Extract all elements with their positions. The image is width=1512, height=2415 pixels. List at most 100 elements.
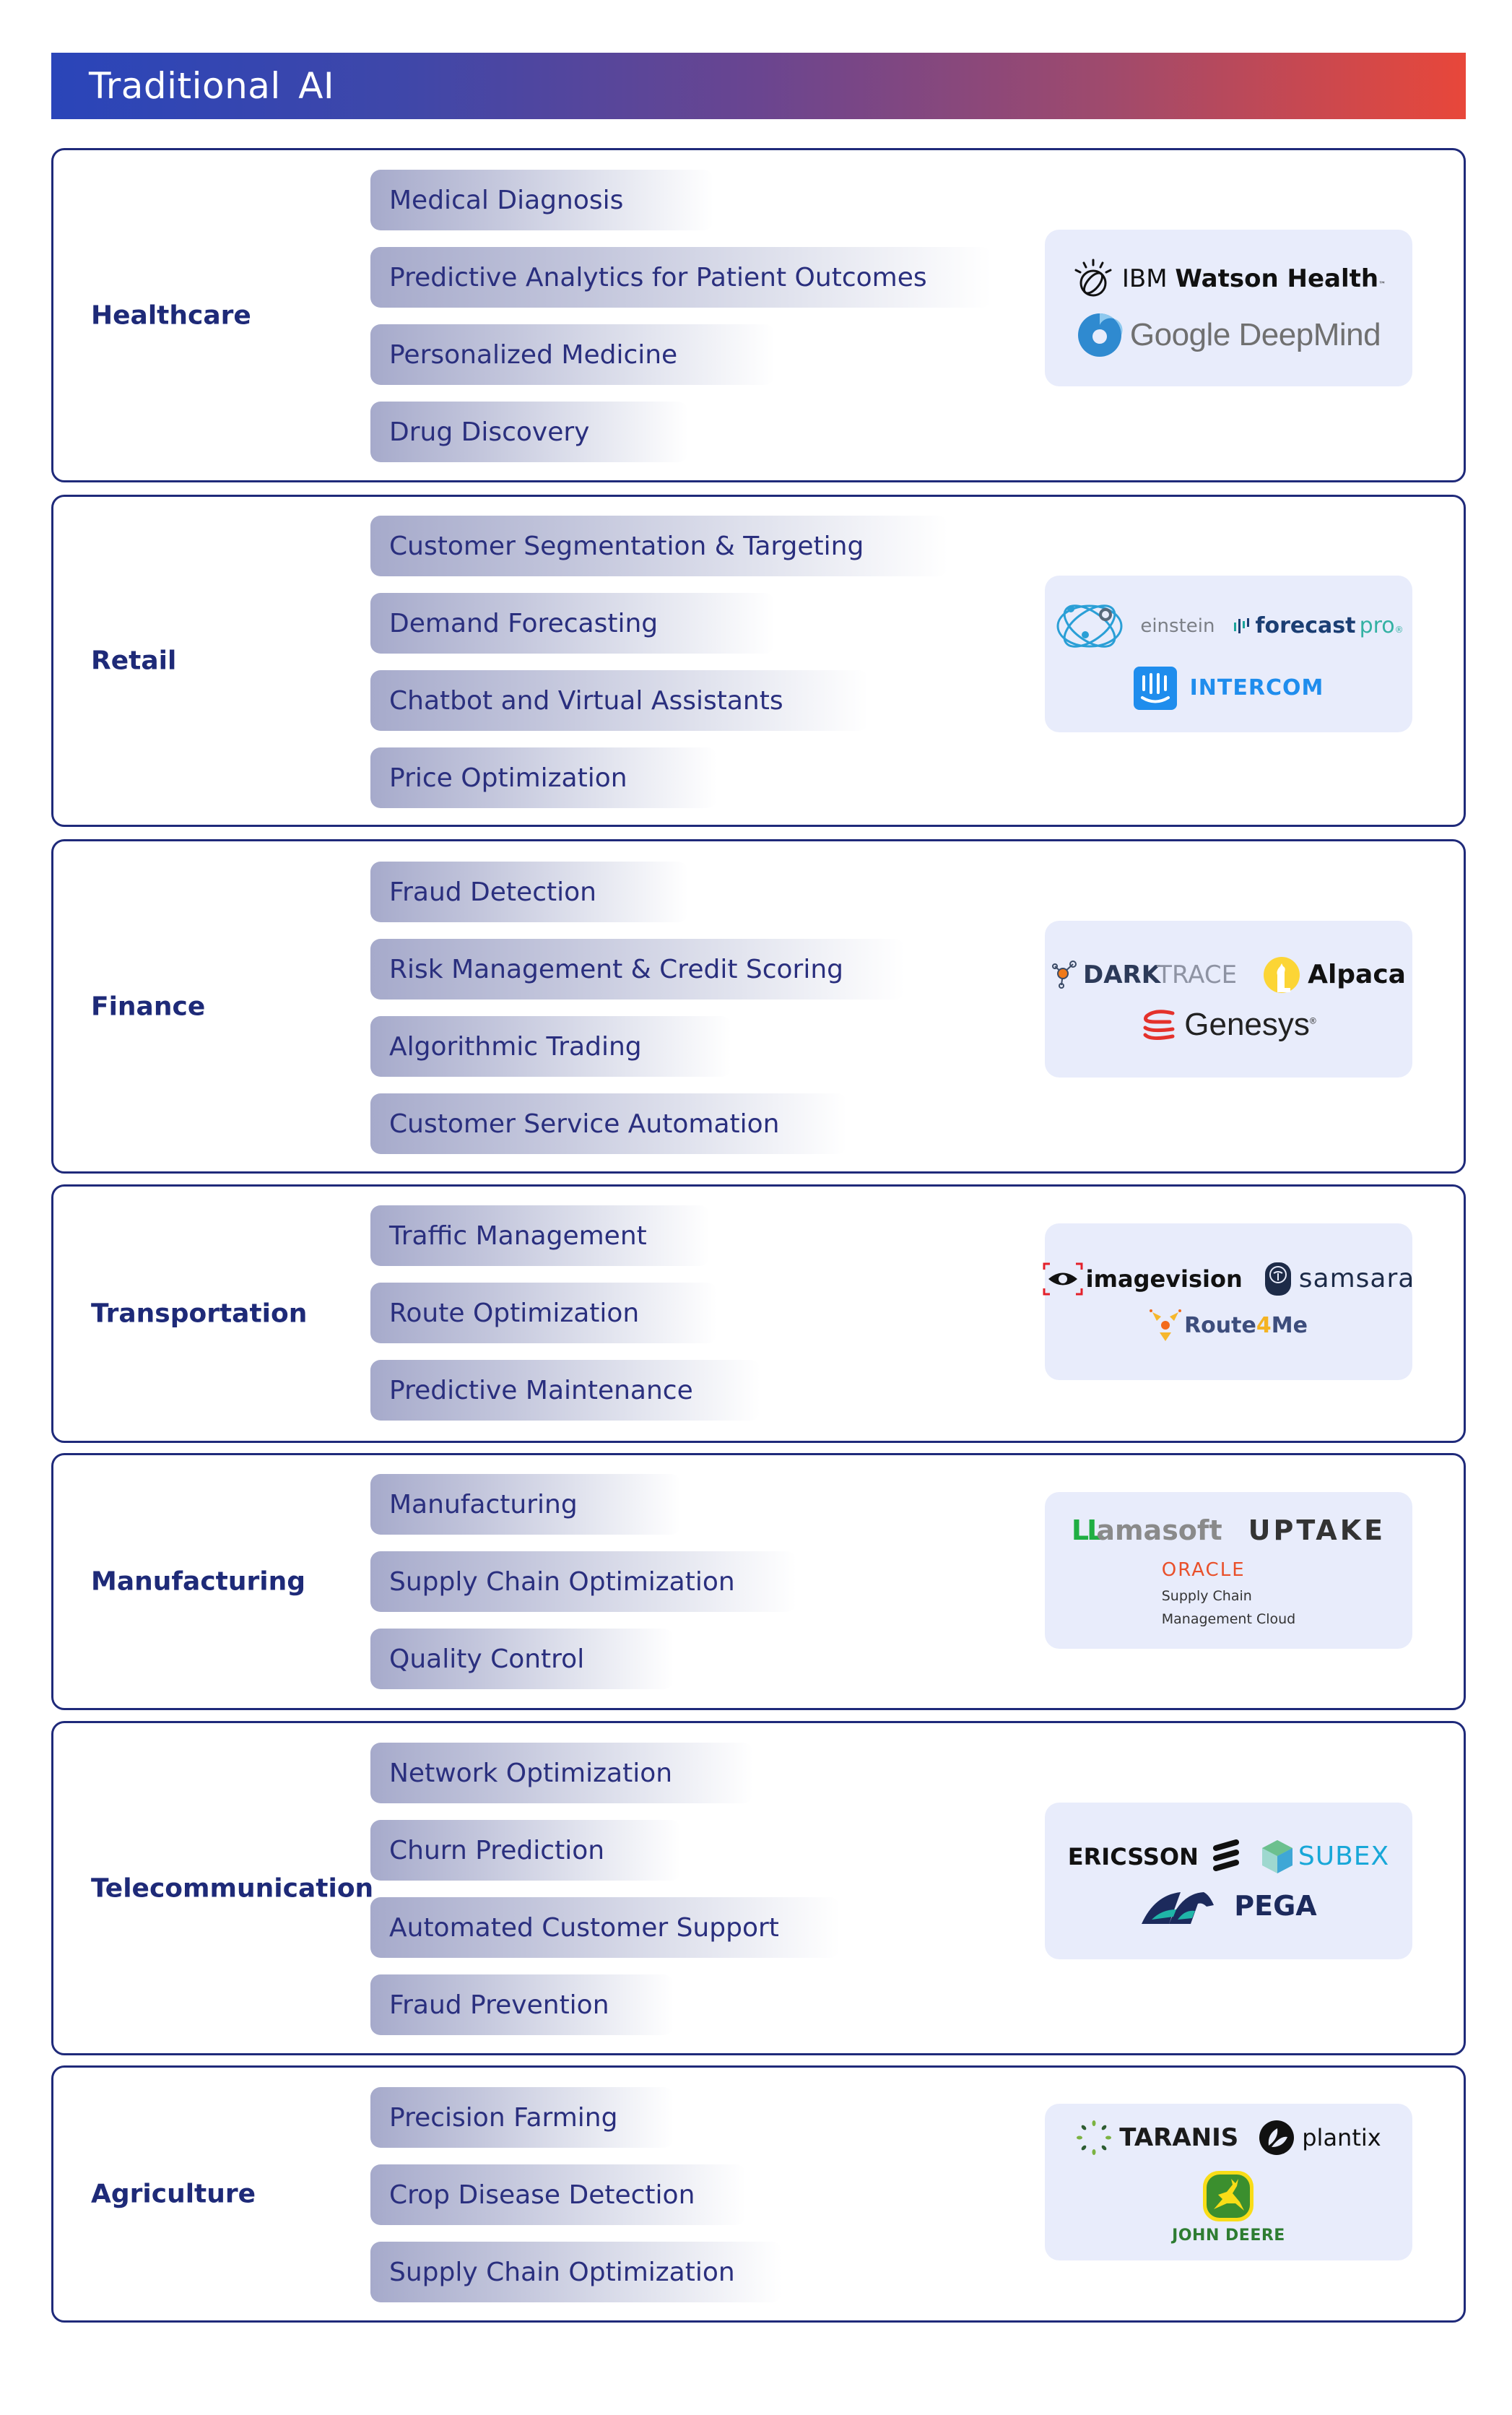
use-case-pill: Demand Forecasting bbox=[370, 593, 775, 654]
plantix-leaf-icon bbox=[1259, 2120, 1295, 2155]
use-case-pill: Algorithmic Trading bbox=[370, 1016, 731, 1077]
sector-card-finance: Finance Fraud Detection Risk Management … bbox=[51, 839, 1466, 1174]
use-case-pill: Predictive Analytics for Patient Outcome… bbox=[370, 247, 991, 308]
use-case-pill: Customer Segmentation & Targeting bbox=[370, 516, 948, 576]
use-case-list: Medical Diagnosis Predictive Analytics f… bbox=[370, 170, 991, 479]
use-case-pill: Network Optimization bbox=[370, 1743, 753, 1803]
logo-text: einstein bbox=[1140, 615, 1215, 637]
logo-taranis: TARANIS bbox=[1076, 2120, 1238, 2156]
sector-card-manufacturing: Manufacturing Manufacturing Supply Chain… bbox=[51, 1453, 1466, 1710]
darktrace-node-icon bbox=[1052, 960, 1077, 989]
logo-llamasoft: LLamasoft bbox=[1071, 1514, 1222, 1546]
use-case-list: Customer Segmentation & Targeting Demand… bbox=[370, 516, 948, 825]
logo-text: INTERCOM bbox=[1189, 675, 1324, 701]
john-deere-deer-icon bbox=[1203, 2171, 1254, 2221]
sector-label: Finance bbox=[91, 992, 206, 1021]
logo-google-deepmind: Google DeepMind bbox=[1077, 312, 1381, 358]
sector-label: Telecommunication bbox=[91, 1873, 374, 1903]
sector-card-telecommunication: Telecommunication Network Optimization C… bbox=[51, 1721, 1466, 2055]
samsara-owl-icon bbox=[1264, 1262, 1291, 1296]
logo-alpaca: Alpaca bbox=[1263, 956, 1406, 994]
sector-card-retail: Retail Customer Segmentation & Targeting… bbox=[51, 495, 1466, 827]
subex-cube-icon bbox=[1261, 1839, 1292, 1873]
imagevision-eye-icon bbox=[1043, 1262, 1083, 1295]
intercom-icon bbox=[1133, 666, 1177, 710]
logo-ericsson: ERICSSON bbox=[1068, 1839, 1241, 1874]
ericsson-bars-icon bbox=[1212, 1839, 1239, 1871]
use-case-list: Precision Farming Crop Disease Detection… bbox=[370, 2087, 782, 2319]
logo-samsara: samsara bbox=[1264, 1262, 1415, 1296]
logo-text: Genesys® bbox=[1184, 1006, 1316, 1042]
route4me-arrows-icon bbox=[1150, 1309, 1182, 1341]
use-case-pill: Medical Diagnosis bbox=[370, 170, 713, 230]
logo-intercom: INTERCOM bbox=[1133, 666, 1324, 710]
use-case-pill: Manufacturing bbox=[370, 1474, 681, 1535]
use-case-list: Fraud Detection Risk Management & Credit… bbox=[370, 862, 905, 1171]
sector-label: Healthcare bbox=[91, 300, 251, 330]
use-case-pill: Quality Control bbox=[370, 1629, 674, 1689]
logo-john-deere: JOHN DEERE bbox=[1172, 2169, 1285, 2245]
logo-imagevision: imagevision bbox=[1043, 1262, 1243, 1296]
logo-genesys: Genesys® bbox=[1141, 1007, 1316, 1043]
einstein-atom-icon bbox=[1056, 604, 1123, 648]
use-case-pill: Route Optimization bbox=[370, 1283, 717, 1343]
company-logos-panel: einstein forecast pro® INTERCOM bbox=[1045, 576, 1412, 732]
use-case-pill: Risk Management & Credit Scoring bbox=[370, 939, 905, 1000]
company-logos-panel: DARK TRACE Alpaca Genesys® bbox=[1045, 921, 1412, 1078]
use-case-list: Manufacturing Supply Chain Optimization … bbox=[370, 1474, 796, 1706]
use-case-pill: Personalized Medicine bbox=[370, 324, 775, 385]
use-case-pill: Traffic Management bbox=[370, 1205, 710, 1266]
ibm-watson-globe-icon bbox=[1074, 259, 1112, 296]
logo-text: imagevision bbox=[1085, 1265, 1243, 1293]
use-case-pill: Precision Farming bbox=[370, 2087, 674, 2148]
use-case-pill: Churn Prediction bbox=[370, 1820, 681, 1881]
logo-text: Route4Me bbox=[1184, 1313, 1308, 1338]
alpaca-icon bbox=[1264, 956, 1300, 993]
use-case-pill: Fraud Prevention bbox=[370, 1974, 674, 2035]
logo-forecast-pro: forecast pro® bbox=[1233, 613, 1404, 638]
company-logos-panel: imagevision samsara Route4Me bbox=[1043, 1223, 1415, 1380]
logo-subex: SUBEX bbox=[1261, 1839, 1389, 1875]
sector-card-transportation: Transportation Traffic Management Route … bbox=[51, 1184, 1466, 1443]
forecast-bars-icon bbox=[1234, 617, 1250, 633]
use-case-list: Network Optimization Churn Prediction Au… bbox=[370, 1743, 840, 2052]
company-logos-panel: ERICSSON SUBEX PEGA bbox=[1045, 1803, 1412, 1959]
logo-uptake: UPTAKE bbox=[1248, 1514, 1386, 1546]
genesys-swirl-icon bbox=[1143, 1009, 1175, 1040]
use-case-pill: Predictive Maintenance bbox=[370, 1360, 760, 1421]
use-case-pill: Drug Discovery bbox=[370, 402, 688, 462]
logo-route4me: Route4Me bbox=[1150, 1309, 1308, 1343]
sector-label: Transportation bbox=[91, 1298, 308, 1329]
logo-oracle-scm-cloud: ORACLE Supply Chain Management Cloud bbox=[1161, 1558, 1296, 1627]
logo-text: Alpaca bbox=[1308, 960, 1406, 989]
use-case-pill: Price Optimization bbox=[370, 747, 717, 808]
company-logos-panel: TARANIS plantix JOHN DEERE bbox=[1045, 2104, 1412, 2260]
logo-text: IBM Watson Health™ bbox=[1121, 264, 1386, 293]
use-case-pill: Supply Chain Optimization bbox=[370, 1551, 796, 1612]
logo-pega: PEGA bbox=[1140, 1888, 1317, 1924]
logo-ibm-watson-health: IBM Watson Health™ bbox=[1072, 259, 1386, 299]
use-case-pill: Chatbot and Virtual Assistants bbox=[370, 670, 869, 731]
deepmind-swirl-icon bbox=[1077, 313, 1123, 357]
company-logos-panel: IBM Watson Health™ Google DeepMind bbox=[1045, 230, 1412, 386]
use-case-pill: Customer Service Automation bbox=[370, 1093, 847, 1154]
sector-label: Retail bbox=[91, 646, 177, 676]
page-title: Traditional AI bbox=[89, 65, 335, 107]
company-logos-panel: LLamasoft UPTAKE ORACLE Supply Chain Man… bbox=[1045, 1492, 1412, 1649]
use-case-pill: Automated Customer Support bbox=[370, 1897, 840, 1958]
use-case-pill: Supply Chain Optimization bbox=[370, 2242, 782, 2302]
logo-darktrace: DARK TRACE bbox=[1051, 960, 1237, 989]
logo-plantix: plantix bbox=[1259, 2120, 1381, 2156]
sector-card-healthcare: Healthcare Medical Diagnosis Predictive … bbox=[51, 148, 1466, 482]
page-header-banner: Traditional AI bbox=[51, 53, 1466, 119]
logo-text: samsara bbox=[1298, 1264, 1415, 1293]
taranis-dots-icon bbox=[1077, 2120, 1112, 2155]
use-case-pill: Fraud Detection bbox=[370, 862, 688, 922]
sector-label: Agriculture bbox=[91, 2179, 256, 2209]
logo-salesforce-einstein: einstein bbox=[1053, 599, 1215, 654]
use-case-list: Traffic Management Route Optimization Pr… bbox=[370, 1205, 760, 1437]
use-case-pill: Crop Disease Detection bbox=[370, 2164, 746, 2225]
sector-card-agriculture: Agriculture Precision Farming Crop Disea… bbox=[51, 2065, 1466, 2323]
pega-horse-icon bbox=[1142, 1891, 1215, 1924]
logo-text: Google DeepMind bbox=[1129, 316, 1381, 352]
